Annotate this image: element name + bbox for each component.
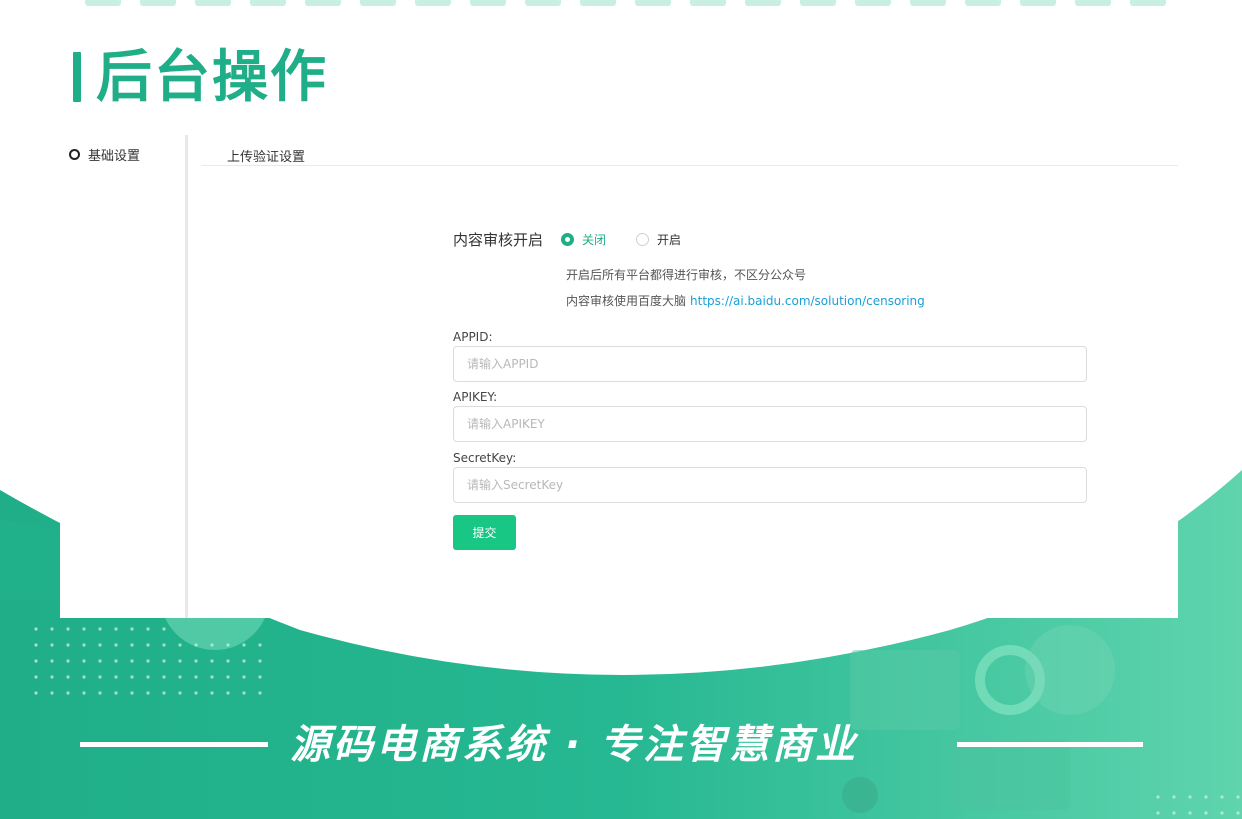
content-area: 上传验证设置 内容审核开启 关闭 开启 开启后所有平台都得进行审核，不区分公众号… — [201, 135, 1178, 618]
appid-label: APPID: — [453, 330, 493, 344]
radio-checked-icon[interactable] — [561, 233, 575, 246]
audit-label: 内容审核开启 — [453, 231, 544, 249]
radio-audit-on[interactable]: 开启 — [636, 231, 681, 248]
content-header-title: 上传验证设置 — [227, 150, 306, 165]
radio-audit-off[interactable]: 关闭 — [561, 231, 606, 248]
apikey-input[interactable] — [453, 406, 1087, 442]
audit-provider-hint: 内容审核使用百度大脑 https://ai.baidu.com/solution/… — [566, 292, 925, 309]
radio-label-on: 开启 — [657, 233, 682, 247]
audit-provider-text: 内容审核使用百度大脑 — [566, 294, 687, 308]
submit-button[interactable]: 提交 — [453, 515, 516, 550]
sidebar-item-label: 基础设置 — [88, 149, 141, 164]
apikey-label: APIKEY: — [453, 390, 498, 404]
radio-label-off: 关闭 — [582, 233, 607, 247]
slogan: 源码电商系统 · 专注智慧商业 — [290, 722, 859, 768]
settings-panel: 基础设置 上传验证设置 内容审核开启 关闭 开启 开启后所有平台都得进行审核，不… — [60, 135, 1178, 618]
page-title: 后台操作 — [96, 45, 328, 110]
circle-icon — [69, 149, 80, 160]
sidebar: 基础设置 — [60, 135, 188, 618]
content-header: 上传验证设置 — [201, 135, 1178, 166]
radio-unchecked-icon[interactable] — [636, 233, 650, 246]
secretkey-label: SecretKey: — [453, 451, 517, 465]
audit-toggle-row: 内容审核开启 关闭 开启 — [453, 229, 711, 250]
secretkey-input[interactable] — [453, 467, 1087, 503]
appid-input[interactable] — [453, 346, 1087, 382]
slogan-line-right — [957, 742, 1143, 747]
audit-hint: 开启后所有平台都得进行审核，不区分公众号 — [566, 268, 807, 282]
title-accent-bar — [73, 52, 81, 102]
slogan-line-left — [80, 742, 268, 747]
censoring-link[interactable]: https://ai.baidu.com/solution/censoring — [690, 294, 925, 308]
sidebar-item-basic-settings[interactable]: 基础设置 — [69, 145, 140, 164]
